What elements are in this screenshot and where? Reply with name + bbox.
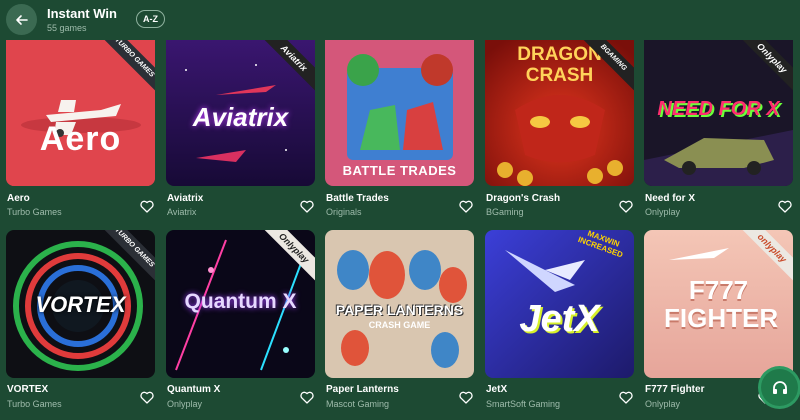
game-card-aviatrix[interactable]: Aviatrix Aviatrix Aviatrix Aviatrix — [166, 40, 315, 217]
game-card-aero[interactable]: Aero TURBO GAMES Aero Turbo Games — [6, 40, 155, 217]
game-provider: Aviatrix — [167, 207, 197, 217]
favorite-button[interactable] — [299, 389, 315, 405]
favorite-button[interactable] — [458, 389, 474, 405]
heart-outline-icon — [300, 200, 314, 213]
game-name[interactable]: Battle Trades — [326, 193, 389, 204]
category-title: Instant Win — [47, 6, 117, 21]
game-provider: Turbo Games — [7, 399, 62, 409]
favorite-button[interactable] — [139, 389, 155, 405]
game-provider: Turbo Games — [7, 207, 62, 217]
game-thumbnail[interactable]: Aviatrix Aviatrix — [166, 40, 315, 186]
game-provider: Mascot Gaming — [326, 399, 390, 409]
favorite-button[interactable] — [458, 198, 474, 214]
heart-outline-icon — [300, 391, 314, 404]
game-thumbnail[interactable]: PAPER LANTERNS CRASH GAME — [325, 230, 474, 378]
game-provider: Onlyplay — [645, 207, 681, 217]
game-thumbnail[interactable]: NEED FOR X Onlyplay — [644, 40, 793, 186]
heart-outline-icon — [140, 391, 154, 404]
favorite-button[interactable] — [139, 198, 155, 214]
game-provider: BGaming — [486, 207, 524, 217]
game-thumbnail[interactable]: VORTEX TURBO GAMES — [6, 230, 155, 378]
game-card-battle-trades[interactable]: BATTLE TRADES Battle Trades Originals — [325, 40, 474, 217]
heart-outline-icon — [459, 200, 473, 213]
game-thumbnail[interactable]: Quantum X Onlyplay — [166, 230, 315, 378]
headset-icon — [772, 380, 787, 394]
arrow-left-icon — [15, 14, 28, 25]
favorite-button[interactable] — [618, 198, 634, 214]
art-title: NEED FOR X — [657, 98, 780, 120]
game-name[interactable]: VORTEX — [7, 384, 48, 395]
game-name[interactable]: F777 Fighter — [645, 384, 704, 395]
game-card-jetx[interactable]: JetX MAXWIN INCREASED JetX SmartSoft Gam… — [485, 230, 634, 409]
favorite-button[interactable] — [777, 198, 793, 214]
art-subtitle: CRASH GAME — [368, 320, 431, 330]
game-card-need-for-x[interactable]: NEED FOR X Onlyplay Need for X Onlyplay — [644, 40, 793, 217]
game-thumbnail[interactable]: BATTLE TRADES — [325, 40, 474, 186]
game-provider: Onlyplay — [167, 399, 203, 409]
art-title: BATTLE TRADES — [342, 163, 457, 178]
game-card-dragons-crash[interactable]: DRAGON CRASH BGAMING Dragon's Crash BGam… — [485, 40, 634, 217]
heart-outline-icon — [619, 391, 633, 404]
page-header: Instant Win 55 games A-Z — [0, 0, 800, 38]
favorite-button[interactable] — [618, 389, 634, 405]
art-title: JetX — [519, 298, 600, 340]
game-thumbnail[interactable]: JetX MAXWIN INCREASED — [485, 230, 634, 378]
game-name[interactable]: Aviatrix — [167, 193, 203, 204]
sort-az-button[interactable]: A-Z — [136, 10, 165, 28]
heart-outline-icon — [459, 391, 473, 404]
art-title: Aviatrix — [192, 102, 289, 132]
game-card-vortex[interactable]: VORTEX TURBO GAMES VORTEX Turbo Games — [6, 230, 155, 409]
favorite-button[interactable] — [299, 198, 315, 214]
game-thumbnail[interactable]: DRAGON CRASH BGAMING — [485, 40, 634, 186]
game-name[interactable]: Need for X — [645, 193, 695, 204]
game-name[interactable]: Dragon's Crash — [486, 193, 560, 204]
game-count: 55 games — [47, 23, 87, 33]
game-card-paper-lanterns[interactable]: PAPER LANTERNS CRASH GAME Paper Lanterns… — [325, 230, 474, 409]
art-title: PAPER LANTERNS — [335, 302, 464, 318]
game-provider: Originals — [326, 207, 362, 217]
game-name[interactable]: JetX — [486, 384, 507, 395]
heart-outline-icon — [778, 200, 792, 213]
game-thumbnail[interactable]: F777 FIGHTER onlyplay — [644, 230, 793, 378]
game-provider: SmartSoft Gaming — [486, 399, 561, 409]
game-provider: Onlyplay — [645, 399, 681, 409]
game-thumbnail[interactable]: Aero TURBO GAMES — [6, 40, 155, 186]
support-button[interactable] — [761, 369, 798, 406]
art-title: F777 FIGHTER — [664, 275, 779, 333]
game-card-quantum-x[interactable]: Quantum X Onlyplay Quantum X Onlyplay — [166, 230, 315, 409]
game-card-f777-fighter[interactable]: F777 FIGHTER onlyplay F777 Fighter Onlyp… — [644, 230, 793, 409]
art-title: Quantum X — [184, 290, 297, 313]
heart-outline-icon — [619, 200, 633, 213]
art-title: VORTEX — [35, 292, 126, 317]
art-title: Aero — [39, 120, 122, 158]
game-name[interactable]: Quantum X — [167, 384, 220, 395]
game-name[interactable]: Paper Lanterns — [326, 384, 399, 395]
heart-outline-icon — [140, 200, 154, 213]
game-name[interactable]: Aero — [7, 193, 30, 204]
back-button[interactable] — [6, 4, 37, 35]
